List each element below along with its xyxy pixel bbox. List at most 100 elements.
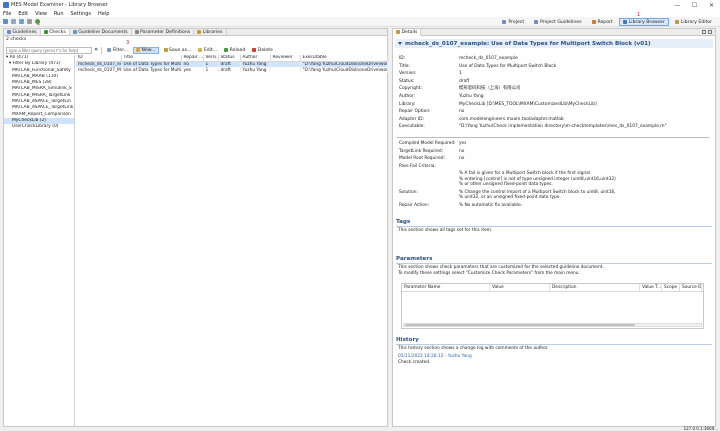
property-key: [399, 171, 459, 188]
filter-query-input[interactable]: [6, 46, 92, 54]
properties: ID: mcheck_ds_0107_example Title: Use of Da…: [399, 55, 709, 131]
property-value: mcheck_ds_0107_example: [459, 56, 518, 61]
property-row: Library: MyCheckLib [D:\MES_TOOL\MXAM\Cus…: [399, 101, 709, 109]
parameter-column-header[interactable]: Source ID: [680, 284, 702, 291]
properties-divider: [397, 137, 709, 138]
property-key: ID:: [399, 56, 406, 61]
scrollbar-thumb[interactable]: [405, 324, 635, 326]
grid-column-header[interactable]: Repair ...: [181, 55, 204, 62]
status-bar: 127.0.0.1:3669...: [0, 426, 720, 431]
close-icon[interactable]: ✕: [703, 0, 720, 10]
perspective-library-editor[interactable]: Library Editor: [671, 18, 716, 26]
open-icon[interactable]: [11, 19, 16, 24]
perspective-icon: [534, 20, 539, 24]
property-key: Executable:: [399, 124, 425, 130]
parameters-section-line: [396, 263, 712, 264]
history-section-title: History: [396, 337, 419, 343]
edit-label: Edit...: [203, 47, 218, 53]
menu-view[interactable]: View: [35, 11, 47, 17]
title-bar: MES Model Examiner - Library Browser — ☐…: [0, 0, 720, 10]
property-value: % Change the control import of a Multipo…: [459, 189, 616, 201]
tab-guideline-documents[interactable]: Guideline Documents: [70, 29, 132, 35]
menu-file[interactable]: File: [3, 11, 11, 17]
parameter-column-header[interactable]: Value: [490, 284, 550, 291]
grid-cell: mcheck_ds_0107_exa...: [76, 61, 122, 67]
table-row[interactable]: mcheck_ds_0107_M... Use of Data Types for…: [76, 67, 388, 73]
tags-section-text: This section shows all tags set for this…: [398, 228, 493, 233]
menu-help[interactable]: Help: [98, 11, 109, 17]
property-row: ID: mcheck_ds_0107_example: [399, 55, 709, 63]
details-icon: [396, 30, 400, 34]
delete-label: Delete: [257, 47, 273, 53]
perspective-label: Library Browser: [628, 19, 665, 25]
tab-label: Guidelines: [12, 29, 37, 35]
parameter-column-header[interactable]: Value T...: [640, 284, 662, 291]
perspective-library-browser[interactable]: Library Browser: [618, 18, 669, 26]
details-panel: Details mcheck_ds_0107_example: Use of D…: [392, 28, 716, 427]
minimize-icon[interactable]: —: [669, 0, 686, 10]
property-key: Repair Action:: [399, 202, 430, 208]
details-tab[interactable]: Details: [393, 29, 422, 36]
delete-button[interactable]: Delete: [250, 47, 275, 54]
tab-icon: [7, 30, 11, 34]
parameter-column-header[interactable]: Parameter Name: [402, 284, 490, 291]
property-row: TargetLink Required: no: [399, 149, 709, 155]
property-key: Title:: [399, 63, 410, 69]
property-row: Status: draft: [399, 78, 709, 86]
tab-parameter-definitions[interactable]: Parameter Definitions: [132, 29, 195, 35]
new-button[interactable]: New...: [133, 46, 159, 54]
menu-run[interactable]: Run: [54, 11, 64, 17]
property-key: Adapter ID:: [399, 116, 424, 122]
grid-cell: Yuzhu Yang: [240, 61, 271, 67]
save-as-button[interactable]: Save as...: [162, 47, 194, 54]
reload-button[interactable]: Reload: [222, 47, 247, 54]
save-icon[interactable]: [19, 19, 24, 24]
tab-label: Parameter Definitions: [140, 29, 191, 35]
maximize-icon[interactable]: ☐: [686, 0, 703, 10]
perspective-project-guidelines[interactable]: Project Guidelines: [530, 18, 585, 26]
marker-one: 1: [637, 12, 641, 18]
grid-cell: Use of Data Types for Multi...: [121, 67, 182, 73]
filter-icon: [107, 48, 112, 52]
parameter-column-header[interactable]: Description: [550, 284, 640, 291]
parameter-column-header[interactable]: Scope: [662, 284, 680, 291]
property-row: Repair Option: no: [399, 108, 709, 116]
edit-button[interactable]: Edit...: [196, 47, 219, 54]
property-value: % No automatic fix available.: [459, 202, 523, 208]
save-as-icon: [163, 48, 168, 52]
tab-icon: [72, 30, 77, 34]
grid-cell: 1: [203, 67, 219, 73]
perspective-switcher: Project Project Guidelines Report Library B…: [496, 17, 716, 27]
parameters-table-header: Parameter Name Value Description Value T...…: [402, 284, 703, 292]
grid-cell: Yuzhu Yang: [240, 67, 271, 73]
property-value: no: [459, 156, 465, 161]
clear-filter-icon[interactable]: ✕: [94, 47, 98, 53]
tree-item-label: MATLAB_MISRA_TargetLink: [12, 92, 71, 98]
property-row: Solution: % Change the control import of …: [399, 190, 709, 201]
tab-checks[interactable]: Checks: [40, 29, 70, 35]
left-tabs: Guidelines Checks Guideline Documents Param…: [4, 29, 387, 36]
grid-column-header[interactable]: Versi...: [203, 55, 219, 62]
maximize-panel-icon[interactable]: [708, 30, 712, 34]
horizontal-scrollbar[interactable]: [403, 323, 702, 327]
property-key: Model Root Required:: [399, 156, 445, 161]
history-date-link[interactable]: 05/11/2022 18:28:12 - Yuzhu Yang: [398, 354, 472, 359]
minimize-panel-icon[interactable]: [702, 30, 706, 34]
perspective-project[interactable]: Project: [498, 18, 528, 26]
toolbar-separator: [101, 46, 103, 54]
filter-button[interactable]: Filter...: [105, 47, 130, 54]
tree-item-label: MXAM_Report_Comparison: [12, 111, 71, 117]
tree-item[interactable]: UserCheckLibrary (0): [4, 124, 74, 130]
details-heading-text: mcheck_ds_0107_example: Use of Data Type…: [405, 40, 651, 47]
perspective-report[interactable]: Report: [588, 18, 617, 26]
menu-edit[interactable]: Edit: [18, 11, 28, 17]
save-as-label: Save as...: [169, 47, 192, 53]
perspective-icon: [502, 20, 507, 24]
details-heading[interactable]: mcheck_ds_0107_example: Use of Data Type…: [395, 39, 713, 48]
tab-libraries[interactable]: Libraries: [194, 29, 227, 35]
menu-settings[interactable]: Settings: [71, 11, 92, 17]
new-project-icon[interactable]: [3, 19, 8, 24]
settings-icon[interactable]: [27, 19, 32, 24]
window-title: MES Model Examiner - Library Browser: [11, 2, 108, 8]
tab-guidelines[interactable]: Guidelines: [4, 29, 41, 35]
